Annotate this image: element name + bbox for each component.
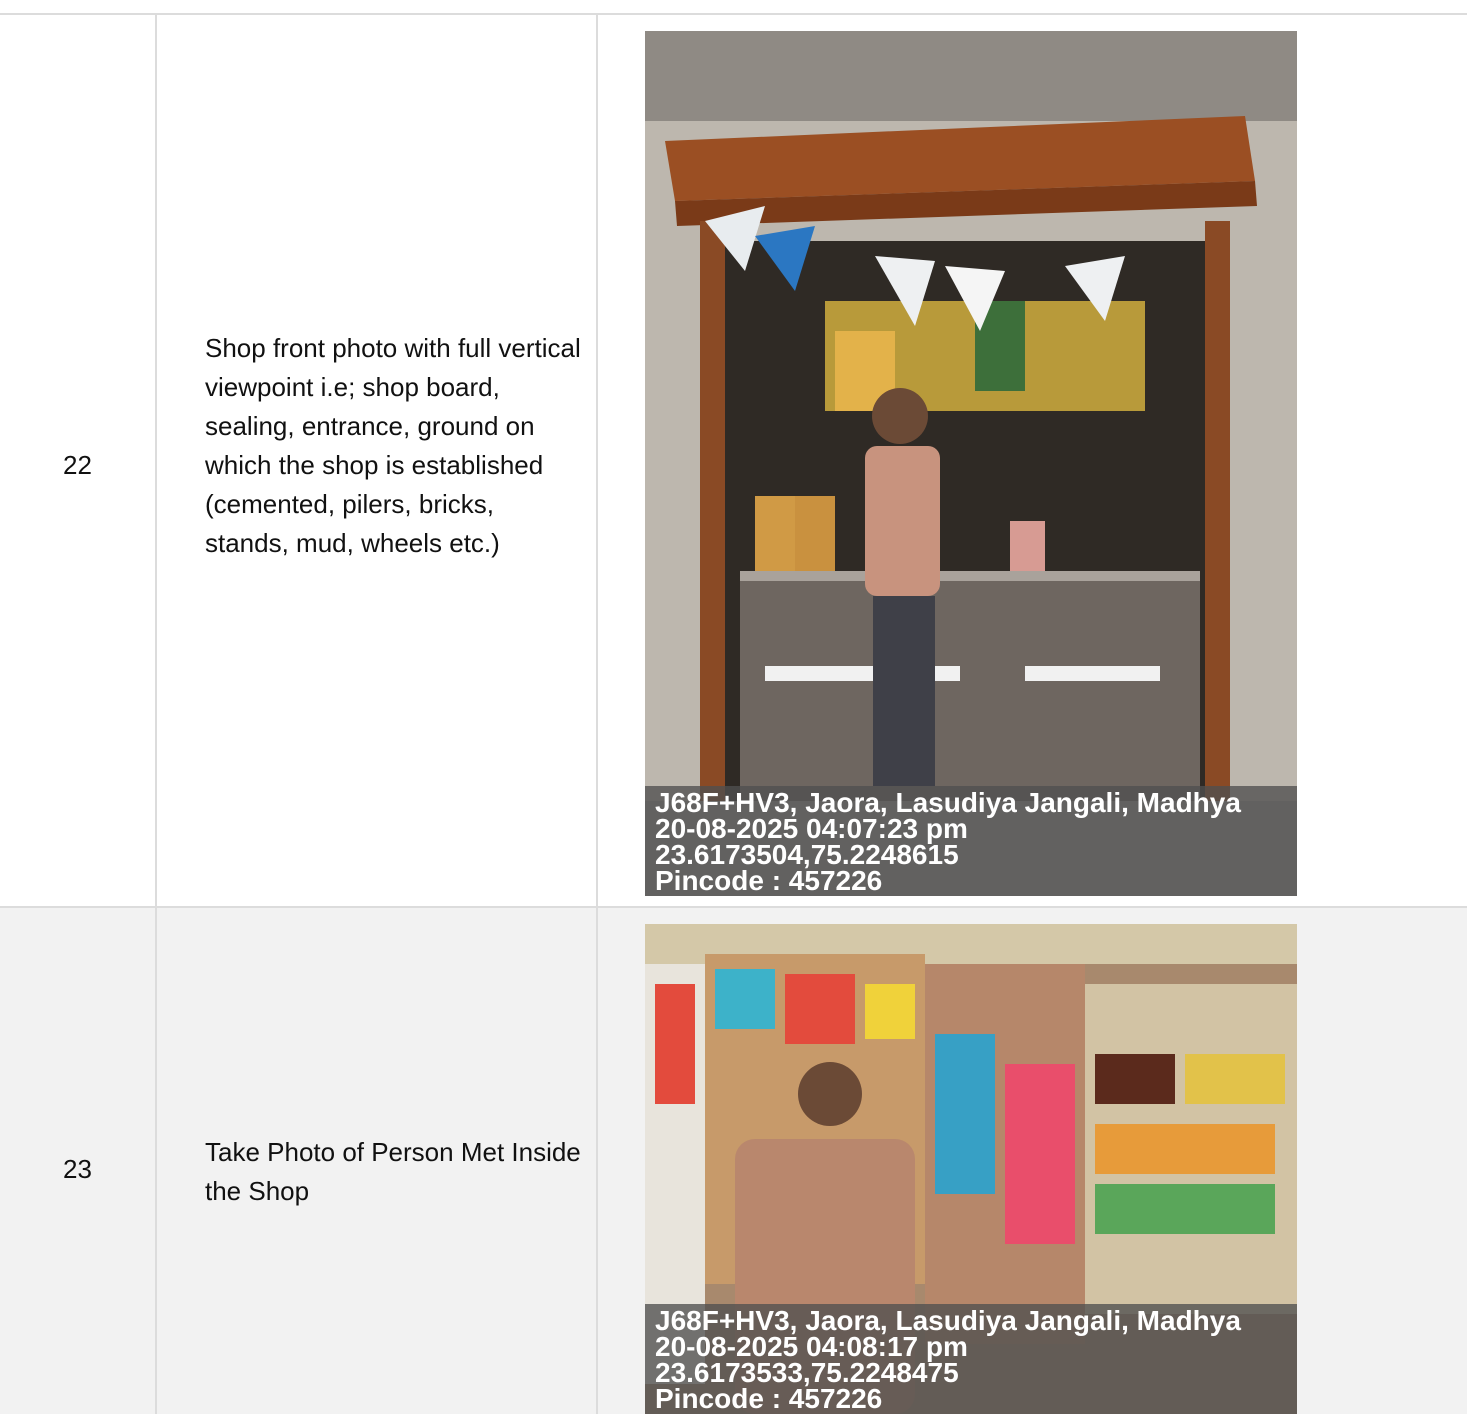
row-divider — [0, 906, 1467, 908]
row-divider — [0, 13, 1467, 15]
stamp-pincode: Pincode : 457226 — [655, 1383, 883, 1414]
column-divider — [596, 13, 598, 1414]
shop-front-image — [645, 31, 1297, 896]
stamp-pincode: Pincode : 457226 — [655, 865, 883, 896]
row-number: 22 — [63, 450, 92, 480]
row-description: Take Photo of Person Met Inside the Shop — [205, 1137, 581, 1206]
geotag-stamp: J68F+HV3, Jaora, Lasudiya Jangali, Madhy… — [645, 786, 1297, 896]
person-met-photo: J68F+HV3, Jaora, Lasudiya Jangali, Madhy… — [645, 924, 1297, 1414]
row-description: Shop front photo with full vertical view… — [205, 333, 581, 558]
shop-front-photo: J68F+HV3, Jaora, Lasudiya Jangali, Madhy… — [645, 31, 1297, 896]
geotag-stamp: J68F+HV3, Jaora, Lasudiya Jangali, Madhy… — [645, 1304, 1297, 1414]
checklist-table: 22 Shop front photo with full vertical v… — [0, 0, 1467, 1414]
row-number: 23 — [63, 1154, 92, 1184]
column-divider — [155, 13, 157, 1414]
